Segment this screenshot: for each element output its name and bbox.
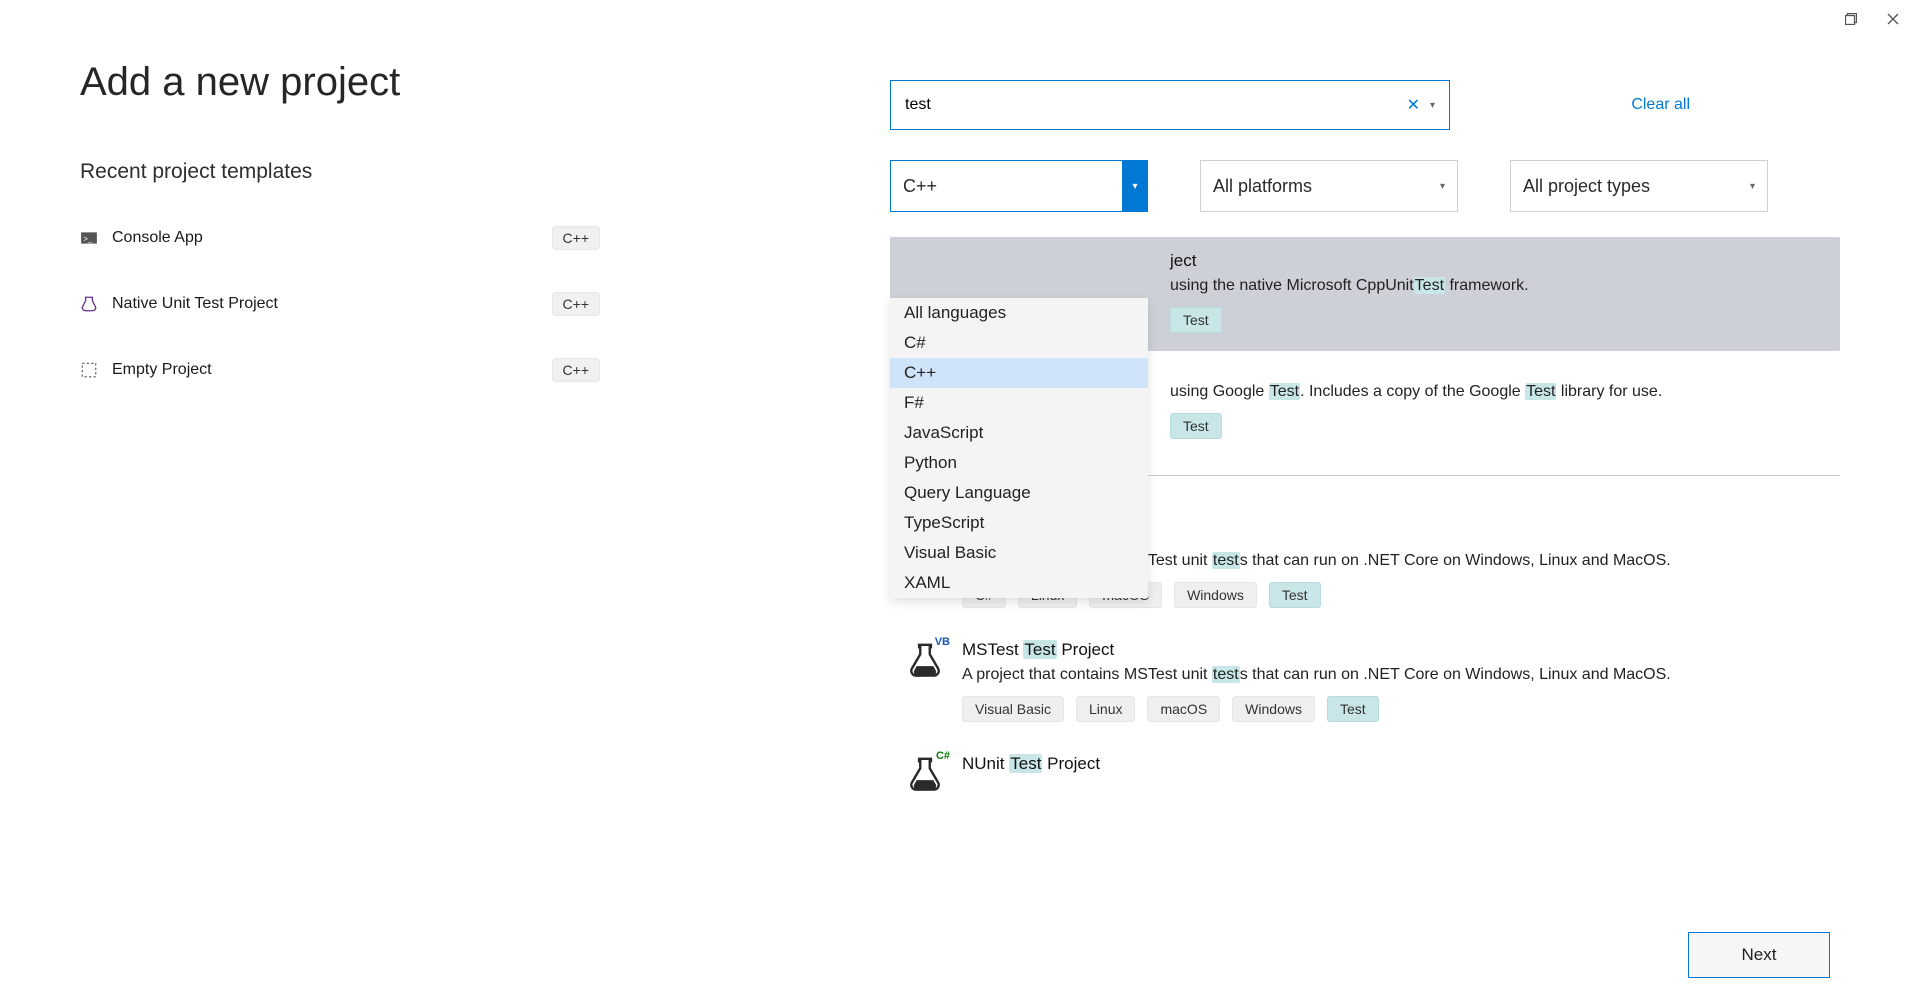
chevron-down-icon: ▾ xyxy=(1750,181,1755,192)
recent-template-item[interactable]: Native Unit Test Project C++ xyxy=(80,282,720,336)
result-description: A project that contains MSTest unit test… xyxy=(962,666,1840,684)
clear-all-link[interactable]: Clear all xyxy=(1631,96,1690,114)
close-window-icon[interactable] xyxy=(1886,12,1900,26)
recent-template-item[interactable]: Empty Project C++ xyxy=(80,348,720,402)
svg-text:>_: >_ xyxy=(83,234,93,243)
result-description: using the native Microsoft CppUnitTest f… xyxy=(1170,277,1840,295)
platform-filter-value: All platforms xyxy=(1213,176,1312,197)
result-description: using Google Test. Includes a copy of th… xyxy=(1170,383,1840,401)
language-option[interactable]: Query Language xyxy=(890,478,1148,508)
clear-search-icon[interactable]: ✕ xyxy=(1401,95,1426,115)
result-title: ject xyxy=(1170,251,1840,271)
restore-window-icon[interactable] xyxy=(1844,12,1858,26)
result-tag: macOS xyxy=(1147,696,1220,722)
language-option[interactable]: JavaScript xyxy=(890,418,1148,448)
project-type-filter[interactable]: All project types ▾ xyxy=(1510,160,1768,212)
console-app-icon: >_ xyxy=(80,229,98,247)
result-tag: Test xyxy=(1327,696,1379,722)
language-option[interactable]: XAML xyxy=(890,568,1148,598)
flask-icon: VB xyxy=(906,640,946,680)
language-option[interactable]: C# xyxy=(890,328,1148,358)
language-dropdown-list: All languagesC#C++F#JavaScriptPythonQuer… xyxy=(890,298,1148,598)
next-button[interactable]: Next xyxy=(1688,932,1830,978)
template-result-item[interactable]: C# NUnit Test Project xyxy=(890,740,1840,812)
result-tag: Windows xyxy=(1174,582,1257,608)
result-title: MSTest Test Project xyxy=(962,640,1840,660)
recent-template-name: Empty Project xyxy=(112,361,212,379)
language-option[interactable]: All languages xyxy=(890,298,1148,328)
result-tag: Linux xyxy=(1076,696,1135,722)
template-result-item[interactable]: VB MSTest Test Project A project that cont… xyxy=(890,626,1840,740)
flask-icon: C# xyxy=(906,754,946,794)
recent-template-tag: C++ xyxy=(552,358,600,382)
result-tag: Windows xyxy=(1232,696,1315,722)
recent-template-tag: C++ xyxy=(552,292,600,316)
language-option[interactable]: F# xyxy=(890,388,1148,418)
recent-templates-heading: Recent project templates xyxy=(80,160,720,184)
recent-template-tag: C++ xyxy=(552,226,600,250)
recent-template-item[interactable]: >_ Console App C++ xyxy=(80,216,720,270)
language-filter[interactable]: C++ ▾ xyxy=(890,160,1148,212)
language-option[interactable]: TypeScript xyxy=(890,508,1148,538)
language-filter-value: C++ xyxy=(903,176,937,197)
language-option[interactable]: C++ xyxy=(890,358,1148,388)
result-tag: Visual Basic xyxy=(962,696,1064,722)
search-box[interactable]: ✕ ▾ xyxy=(890,80,1450,130)
chevron-down-icon: ▾ xyxy=(1122,160,1148,212)
result-title: NUnit Test Project xyxy=(962,754,1840,774)
search-dropdown-icon[interactable]: ▾ xyxy=(1426,100,1439,111)
empty-project-icon xyxy=(80,361,98,379)
result-tag: Test xyxy=(1170,307,1222,333)
platform-filter[interactable]: All platforms ▾ xyxy=(1200,160,1458,212)
result-tag: Test xyxy=(1170,413,1222,439)
unit-test-icon xyxy=(80,295,98,313)
language-option[interactable]: Visual Basic xyxy=(890,538,1148,568)
language-option[interactable]: Python xyxy=(890,448,1148,478)
project-type-filter-value: All project types xyxy=(1523,176,1650,197)
page-title: Add a new project xyxy=(80,60,720,105)
recent-template-name: Console App xyxy=(112,229,203,247)
chevron-down-icon: ▾ xyxy=(1440,181,1445,192)
search-input[interactable] xyxy=(905,96,1401,114)
result-tag: Test xyxy=(1269,582,1321,608)
recent-template-name: Native Unit Test Project xyxy=(112,295,278,313)
